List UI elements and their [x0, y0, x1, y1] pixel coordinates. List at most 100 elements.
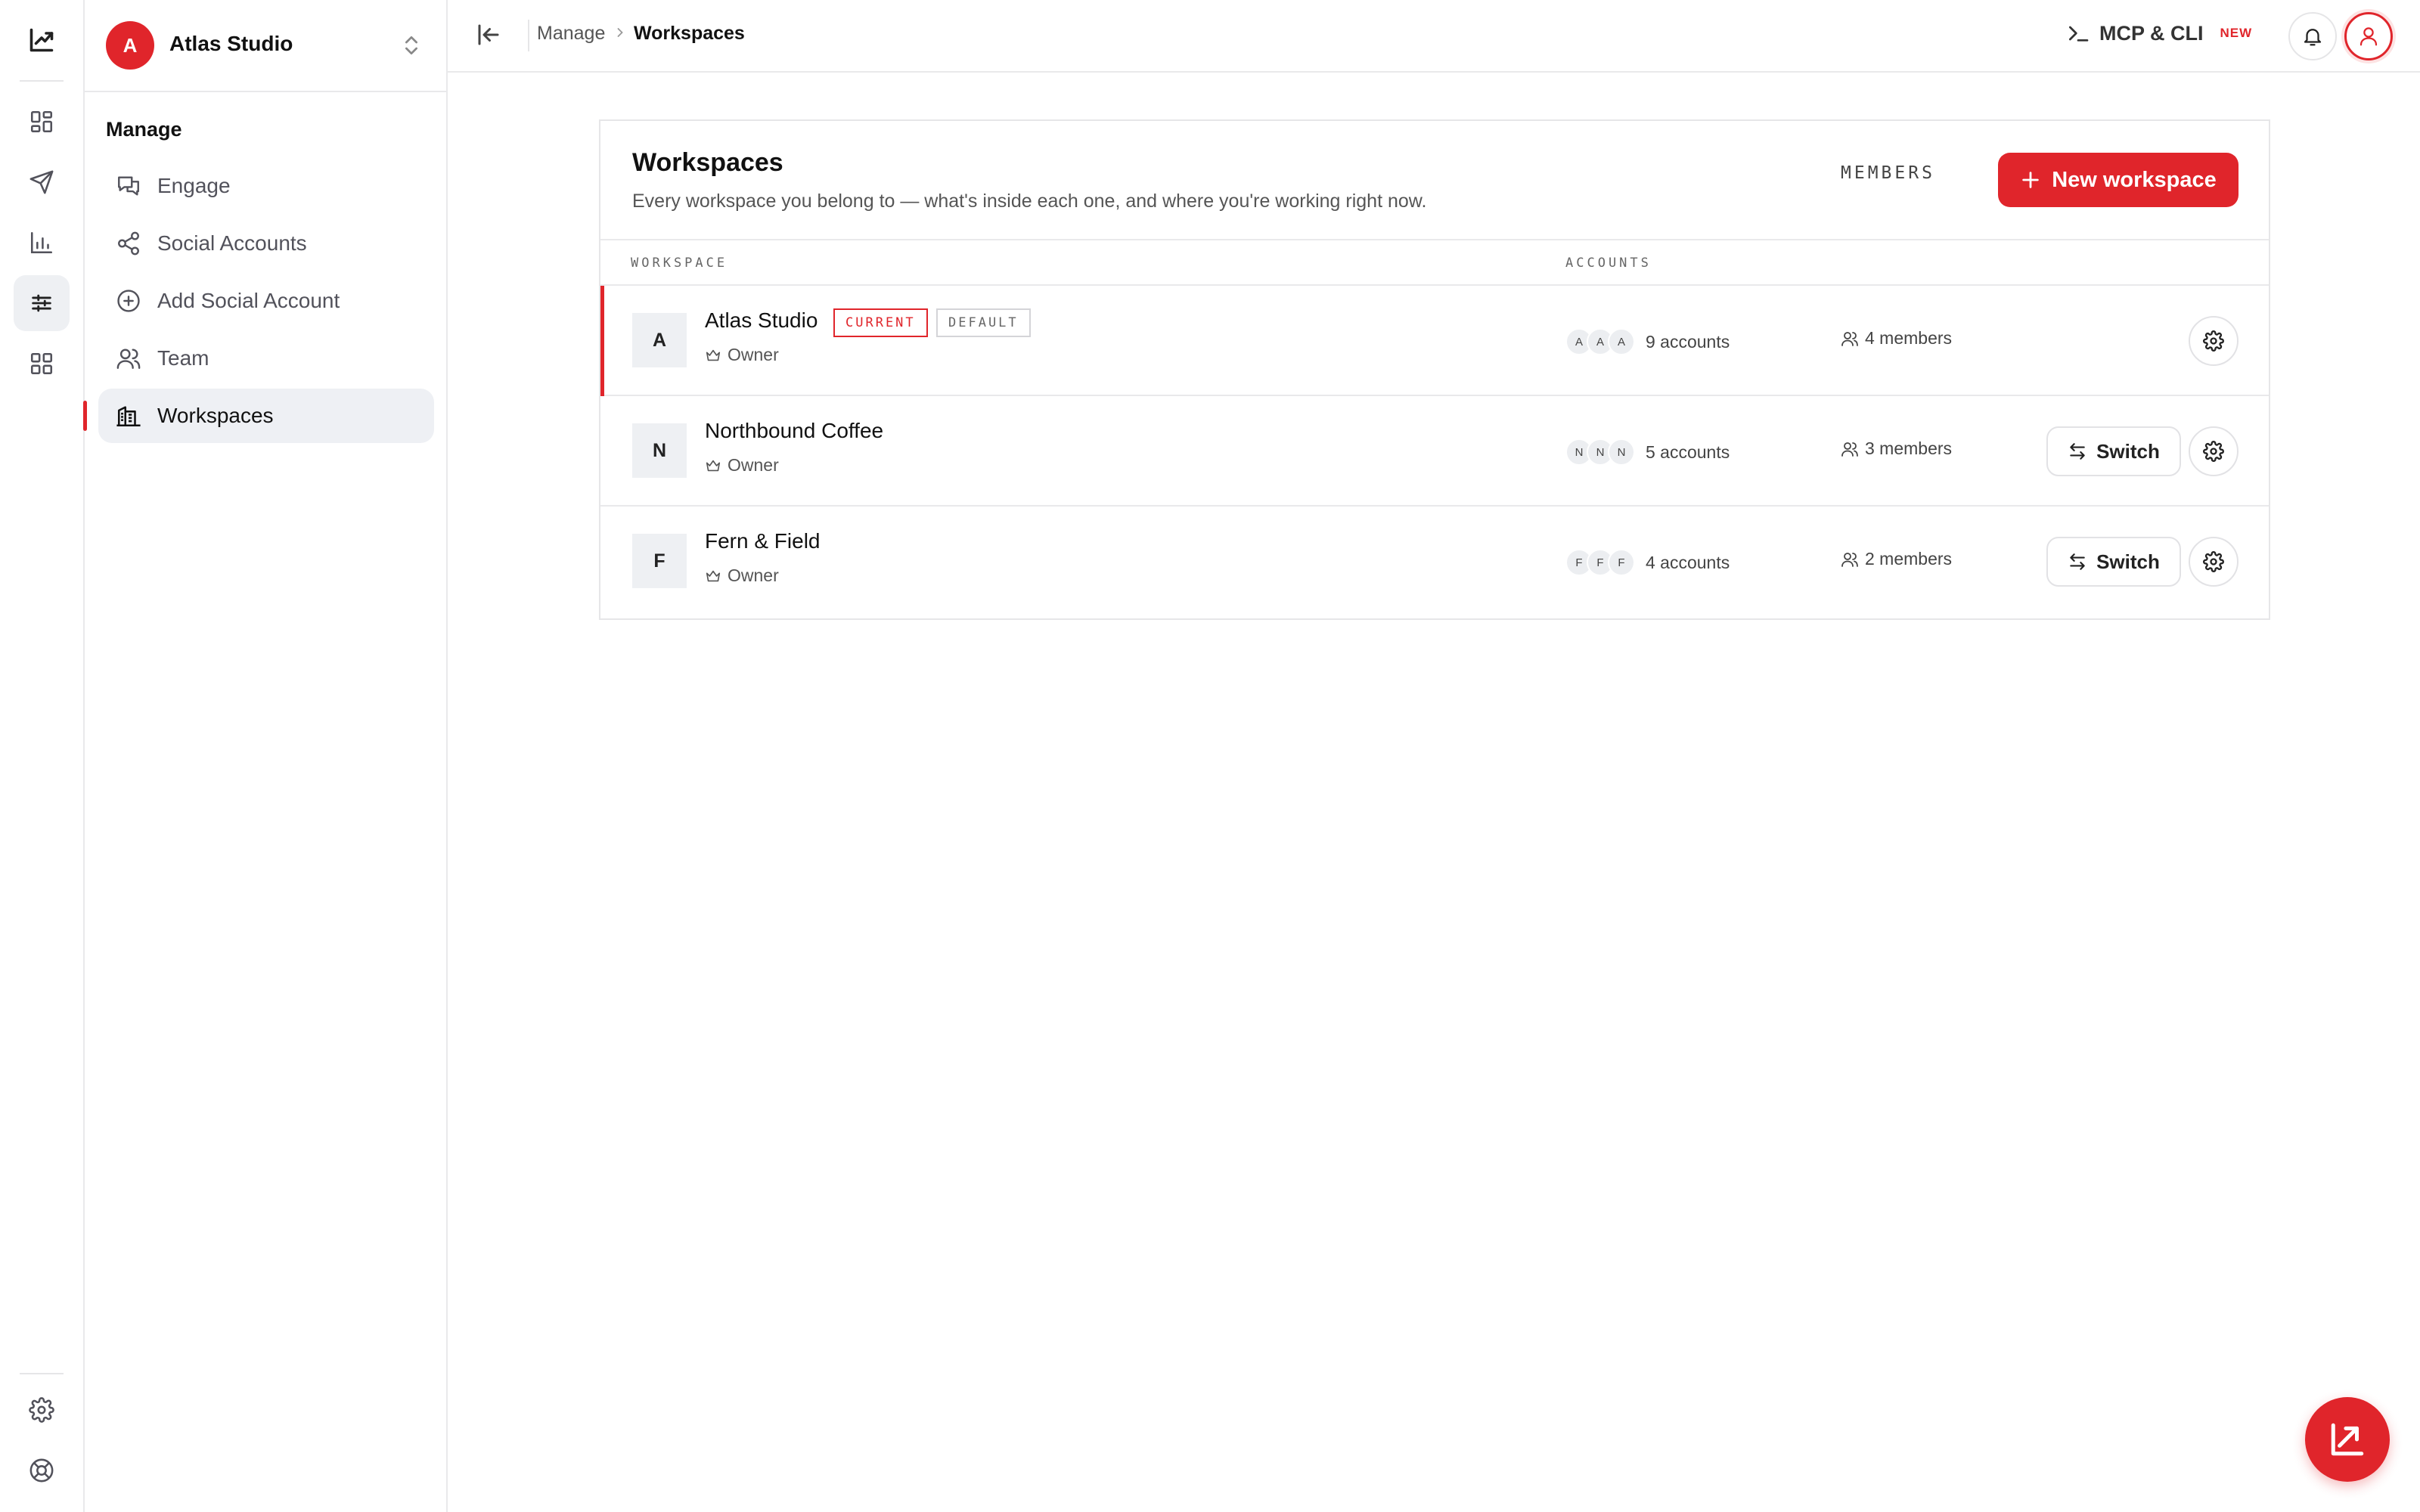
bell-icon: [2301, 25, 2324, 48]
topbar-divider: [528, 20, 529, 51]
switch-label: Switch: [2096, 439, 2160, 463]
sidebar-item-label: Add Social Account: [157, 289, 340, 312]
mcp-cli-label: MCP & CLI: [2099, 21, 2204, 45]
role-label: Owner: [728, 455, 779, 475]
account-avatars: N N N 5 accounts: [1565, 438, 1730, 466]
page-subtitle: Every workspace you belong to — what's i…: [632, 191, 1427, 212]
crown-icon: [706, 349, 721, 361]
plus-circle-icon: [113, 286, 144, 316]
workspace-avatar: A: [632, 313, 687, 367]
sliders-icon[interactable]: [14, 275, 70, 331]
accounts-count: 4 accounts: [1646, 552, 1730, 572]
switch-arrows-icon: [2070, 553, 2085, 570]
breadcrumb-workspaces: Workspaces: [634, 23, 745, 44]
assistant-fab-button[interactable]: [2305, 1397, 2390, 1482]
workspace-settings-button[interactable]: [2189, 537, 2238, 587]
sidebar-heading: Manage: [106, 118, 182, 141]
breadcrumb-chevron-icon: [613, 24, 628, 41]
members-count-cell: 4 members: [1841, 328, 1952, 349]
account-avatar: A: [1608, 328, 1635, 355]
role-label: Owner: [728, 345, 779, 364]
workspace-avatar: F: [632, 534, 687, 588]
sidebar-item-label: Social Accounts: [157, 231, 307, 255]
table-row[interactable]: A Atlas Studio CURRENT DEFAULT Owner A A…: [600, 286, 2269, 396]
members-count-cell: 3 members: [1841, 438, 1952, 459]
analytics-icon[interactable]: [14, 215, 70, 271]
icon-rail: [0, 0, 85, 1512]
apps-icon[interactable]: [14, 336, 70, 392]
sidebar-item-team[interactable]: Team: [98, 331, 434, 386]
share-nodes-icon: [113, 228, 144, 259]
divider: [600, 239, 2269, 240]
workspace-name: Atlas Studio: [169, 32, 293, 55]
sidebar-item-label: Team: [157, 346, 209, 370]
current-row-indicator: [600, 286, 604, 396]
users-icon: [1841, 442, 1858, 457]
members-count-cell: 2 members: [1841, 549, 1952, 569]
switch-workspace-button[interactable]: Switch: [2046, 537, 2181, 587]
workspace-name: Northbound Coffee: [705, 419, 884, 442]
default-badge: DEFAULT: [936, 308, 1031, 337]
send-icon[interactable]: [14, 154, 70, 210]
collapse-sidebar-icon[interactable]: [475, 21, 502, 48]
crown-icon: [706, 570, 721, 581]
new-workspace-button[interactable]: New workspace: [1998, 153, 2238, 207]
accounts-count: 5 accounts: [1646, 442, 1730, 462]
terminal-icon: [2066, 21, 2090, 45]
chevron-up-down-icon: [399, 32, 424, 59]
workspace-settings-button[interactable]: [2189, 426, 2238, 476]
workspace-role: Owner: [705, 455, 779, 476]
chart-arrow-icon: [2331, 1423, 2364, 1456]
workspaces-card: Workspaces Every workspace you belong to…: [599, 119, 2270, 620]
help-lifebuoy-icon[interactable]: [14, 1442, 70, 1498]
user-menu-button[interactable]: [2344, 12, 2393, 60]
top-bar: Manage Workspaces MCP & CLI NEW: [448, 0, 2420, 73]
dashboard-icon[interactable]: [14, 94, 70, 150]
workspace-switcher[interactable]: A Atlas Studio: [85, 0, 446, 92]
chat-bubbles-icon: [113, 171, 144, 201]
users-icon: [113, 343, 144, 373]
switch-workspace-button[interactable]: Switch: [2046, 426, 2181, 476]
column-header-accounts: ACCOUNTS: [1565, 256, 1652, 271]
workspace-name: Atlas Studio: [705, 308, 818, 332]
workspace-avatar: N: [632, 423, 687, 478]
table-row[interactable]: N Northbound Coffee Owner N N N 5 accoun…: [600, 396, 2269, 507]
breadcrumb-manage[interactable]: Manage: [537, 23, 605, 45]
mcp-cli-link[interactable]: MCP & CLI NEW: [2066, 21, 2252, 45]
gear-icon: [2203, 441, 2224, 462]
user-icon: [2357, 25, 2380, 48]
gear-icon: [2203, 330, 2224, 352]
crown-icon: [706, 460, 721, 471]
users-icon: [1841, 552, 1858, 567]
settings-icon[interactable]: [14, 1382, 70, 1438]
workspace-role: Owner: [705, 565, 779, 586]
current-badge: CURRENT: [833, 308, 928, 337]
role-label: Owner: [728, 565, 779, 585]
page-title: Workspaces: [632, 148, 783, 177]
account-avatar: N: [1608, 438, 1635, 466]
new-badge: NEW: [2220, 26, 2253, 40]
switch-arrows-icon: [2070, 443, 2085, 460]
plus-icon: [2020, 169, 2041, 191]
sidebar-item-workspaces[interactable]: Workspaces: [98, 389, 434, 443]
sidebar-item-label: Workspaces: [157, 404, 274, 427]
sidebar: A Atlas Studio Manage Engage Social Acco…: [83, 0, 448, 1512]
new-workspace-label: New workspace: [2052, 167, 2217, 192]
workspace-settings-button[interactable]: [2189, 316, 2238, 366]
column-header-workspace: WORKSPACE: [631, 256, 728, 271]
gear-icon: [2203, 551, 2224, 572]
column-header-members: MEMBERS: [1841, 163, 1935, 183]
logo-chart-icon[interactable]: [14, 12, 70, 68]
accounts-count: 9 accounts: [1646, 331, 1730, 352]
account-avatars: F F F 4 accounts: [1565, 549, 1730, 576]
active-nav-indicator: [83, 401, 87, 431]
sidebar-item-engage[interactable]: Engage: [98, 159, 434, 213]
table-row[interactable]: F Fern & Field Owner F F F 4 accounts 2 …: [600, 507, 2269, 617]
workspace-role: Owner: [705, 345, 779, 365]
members-count: 2 members: [1865, 549, 1953, 569]
sidebar-item-social-accounts[interactable]: Social Accounts: [98, 216, 434, 271]
account-avatar: F: [1608, 549, 1635, 576]
sidebar-item-add-social-account[interactable]: Add Social Account: [98, 274, 434, 328]
notifications-button[interactable]: [2288, 12, 2337, 60]
workspace-avatar: A: [106, 21, 154, 70]
